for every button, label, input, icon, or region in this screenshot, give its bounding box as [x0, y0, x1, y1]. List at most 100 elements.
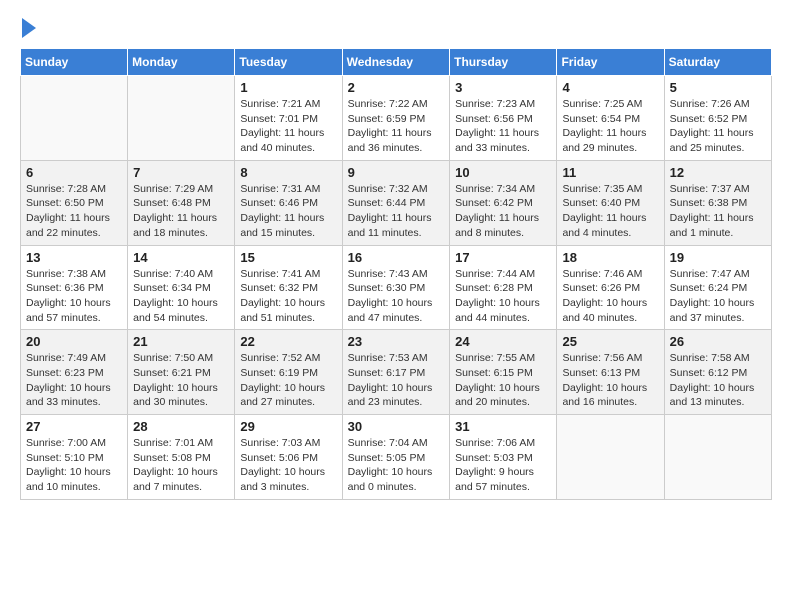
calendar-cell: 3 Sunrise: 7:23 AM Sunset: 6:56 PM Daylig…: [450, 76, 557, 161]
calendar-cell: 23 Sunrise: 7:53 AM Sunset: 6:17 PM Dayli…: [342, 330, 450, 415]
day-number: 17: [455, 250, 551, 265]
day-info: Sunrise: 7:56 AM Sunset: 6:13 PM Dayligh…: [562, 351, 658, 410]
day-info: Sunrise: 7:52 AM Sunset: 6:19 PM Dayligh…: [240, 351, 336, 410]
day-number: 10: [455, 165, 551, 180]
day-info: Sunrise: 7:29 AM Sunset: 6:48 PM Dayligh…: [133, 182, 229, 241]
day-number: 8: [240, 165, 336, 180]
calendar-cell: 6 Sunrise: 7:28 AM Sunset: 6:50 PM Daylig…: [21, 160, 128, 245]
day-number: 5: [670, 80, 766, 95]
weekday-header: Monday: [128, 49, 235, 76]
calendar-cell: 18 Sunrise: 7:46 AM Sunset: 6:26 PM Dayli…: [557, 245, 664, 330]
day-info: Sunrise: 7:21 AM Sunset: 7:01 PM Dayligh…: [240, 97, 336, 156]
day-info: Sunrise: 7:50 AM Sunset: 6:21 PM Dayligh…: [133, 351, 229, 410]
calendar-header-row: SundayMondayTuesdayWednesdayThursdayFrid…: [21, 49, 772, 76]
day-info: Sunrise: 7:53 AM Sunset: 6:17 PM Dayligh…: [348, 351, 445, 410]
calendar-week-row: 27Sunrise: 7:00 AM Sunset: 5:10 PM Dayli…: [21, 415, 772, 500]
weekday-header: Thursday: [450, 49, 557, 76]
day-info: Sunrise: 7:41 AM Sunset: 6:32 PM Dayligh…: [240, 267, 336, 326]
calendar-cell: 28 Sunrise: 7:01 AM Sunset: 5:08 PM Dayli…: [128, 415, 235, 500]
day-number: 16: [348, 250, 445, 265]
day-number: 28: [133, 419, 229, 434]
calendar-cell: 8Sunrise: 7:31 AM Sunset: 6:46 PM Daylig…: [235, 160, 342, 245]
weekday-header: Friday: [557, 49, 664, 76]
day-info: Sunrise: 7:58 AM Sunset: 6:12 PM Dayligh…: [670, 351, 766, 410]
calendar-cell: [21, 76, 128, 161]
calendar-cell: 15 Sunrise: 7:41 AM Sunset: 6:32 PM Dayli…: [235, 245, 342, 330]
day-info: Sunrise: 7:23 AM Sunset: 6:56 PM Dayligh…: [455, 97, 551, 156]
day-info: Sunrise: 7:34 AM Sunset: 6:42 PM Dayligh…: [455, 182, 551, 241]
day-number: 3: [455, 80, 551, 95]
day-number: 19: [670, 250, 766, 265]
weekday-header: Wednesday: [342, 49, 450, 76]
calendar-cell: 4Sunrise: 7:25 AM Sunset: 6:54 PM Daylig…: [557, 76, 664, 161]
day-number: 22: [240, 334, 336, 349]
day-info: Sunrise: 7:04 AM Sunset: 5:05 PM Dayligh…: [348, 436, 445, 495]
day-number: 21: [133, 334, 229, 349]
day-number: 20: [26, 334, 122, 349]
logo-arrow-icon: [22, 18, 36, 38]
day-info: Sunrise: 7:46 AM Sunset: 6:26 PM Dayligh…: [562, 267, 658, 326]
day-info: Sunrise: 7:35 AM Sunset: 6:40 PM Dayligh…: [562, 182, 658, 241]
weekday-header: Tuesday: [235, 49, 342, 76]
calendar-cell: 29Sunrise: 7:03 AM Sunset: 5:06 PM Dayli…: [235, 415, 342, 500]
calendar-cell: 27Sunrise: 7:00 AM Sunset: 5:10 PM Dayli…: [21, 415, 128, 500]
calendar-cell: 5 Sunrise: 7:26 AM Sunset: 6:52 PM Daylig…: [664, 76, 771, 161]
day-number: 4: [562, 80, 658, 95]
day-info: Sunrise: 7:43 AM Sunset: 6:30 PM Dayligh…: [348, 267, 445, 326]
day-info: Sunrise: 7:55 AM Sunset: 6:15 PM Dayligh…: [455, 351, 551, 410]
day-number: 27: [26, 419, 122, 434]
day-number: 18: [562, 250, 658, 265]
calendar-cell: 14 Sunrise: 7:40 AM Sunset: 6:34 PM Dayli…: [128, 245, 235, 330]
day-number: 14: [133, 250, 229, 265]
day-info: Sunrise: 7:32 AM Sunset: 6:44 PM Dayligh…: [348, 182, 445, 241]
calendar-cell: 30 Sunrise: 7:04 AM Sunset: 5:05 PM Dayli…: [342, 415, 450, 500]
calendar-cell: 26 Sunrise: 7:58 AM Sunset: 6:12 PM Dayli…: [664, 330, 771, 415]
day-number: 12: [670, 165, 766, 180]
calendar-cell: 20Sunrise: 7:49 AM Sunset: 6:23 PM Dayli…: [21, 330, 128, 415]
day-number: 23: [348, 334, 445, 349]
calendar-cell: [557, 415, 664, 500]
day-number: 15: [240, 250, 336, 265]
calendar-table: SundayMondayTuesdayWednesdayThursdayFrid…: [20, 48, 772, 500]
calendar-cell: 19Sunrise: 7:47 AM Sunset: 6:24 PM Dayli…: [664, 245, 771, 330]
logo: [20, 20, 36, 38]
calendar-cell: 16 Sunrise: 7:43 AM Sunset: 6:30 PM Dayli…: [342, 245, 450, 330]
calendar-cell: 24Sunrise: 7:55 AM Sunset: 6:15 PM Dayli…: [450, 330, 557, 415]
calendar-cell: 2 Sunrise: 7:22 AM Sunset: 6:59 PM Daylig…: [342, 76, 450, 161]
day-number: 31: [455, 419, 551, 434]
day-info: Sunrise: 7:40 AM Sunset: 6:34 PM Dayligh…: [133, 267, 229, 326]
day-info: Sunrise: 7:22 AM Sunset: 6:59 PM Dayligh…: [348, 97, 445, 156]
day-number: 9: [348, 165, 445, 180]
day-info: Sunrise: 7:44 AM Sunset: 6:28 PM Dayligh…: [455, 267, 551, 326]
day-info: Sunrise: 7:06 AM Sunset: 5:03 PM Dayligh…: [455, 436, 551, 495]
day-number: 30: [348, 419, 445, 434]
calendar-cell: 10 Sunrise: 7:34 AM Sunset: 6:42 PM Dayli…: [450, 160, 557, 245]
calendar-cell: [128, 76, 235, 161]
calendar-week-row: 6 Sunrise: 7:28 AM Sunset: 6:50 PM Daylig…: [21, 160, 772, 245]
day-info: Sunrise: 7:01 AM Sunset: 5:08 PM Dayligh…: [133, 436, 229, 495]
weekday-header: Saturday: [664, 49, 771, 76]
calendar-cell: 21 Sunrise: 7:50 AM Sunset: 6:21 PM Dayli…: [128, 330, 235, 415]
day-info: Sunrise: 7:26 AM Sunset: 6:52 PM Dayligh…: [670, 97, 766, 156]
day-number: 25: [562, 334, 658, 349]
calendar-cell: 25 Sunrise: 7:56 AM Sunset: 6:13 PM Dayli…: [557, 330, 664, 415]
day-number: 13: [26, 250, 122, 265]
day-number: 1: [240, 80, 336, 95]
calendar-cell: 13 Sunrise: 7:38 AM Sunset: 6:36 PM Dayli…: [21, 245, 128, 330]
calendar-cell: 7Sunrise: 7:29 AM Sunset: 6:48 PM Daylig…: [128, 160, 235, 245]
page-header: [20, 20, 772, 38]
day-number: 26: [670, 334, 766, 349]
calendar-cell: 1 Sunrise: 7:21 AM Sunset: 7:01 PM Daylig…: [235, 76, 342, 161]
day-number: 29: [240, 419, 336, 434]
calendar-week-row: 20Sunrise: 7:49 AM Sunset: 6:23 PM Dayli…: [21, 330, 772, 415]
calendar-cell: 22 Sunrise: 7:52 AM Sunset: 6:19 PM Dayli…: [235, 330, 342, 415]
day-info: Sunrise: 7:38 AM Sunset: 6:36 PM Dayligh…: [26, 267, 122, 326]
day-number: 6: [26, 165, 122, 180]
day-info: Sunrise: 7:28 AM Sunset: 6:50 PM Dayligh…: [26, 182, 122, 241]
day-number: 2: [348, 80, 445, 95]
calendar-week-row: 1 Sunrise: 7:21 AM Sunset: 7:01 PM Daylig…: [21, 76, 772, 161]
calendar-cell: 9 Sunrise: 7:32 AM Sunset: 6:44 PM Daylig…: [342, 160, 450, 245]
calendar-cell: 17 Sunrise: 7:44 AM Sunset: 6:28 PM Dayli…: [450, 245, 557, 330]
weekday-header: Sunday: [21, 49, 128, 76]
calendar-cell: 31 Sunrise: 7:06 AM Sunset: 5:03 PM Dayli…: [450, 415, 557, 500]
